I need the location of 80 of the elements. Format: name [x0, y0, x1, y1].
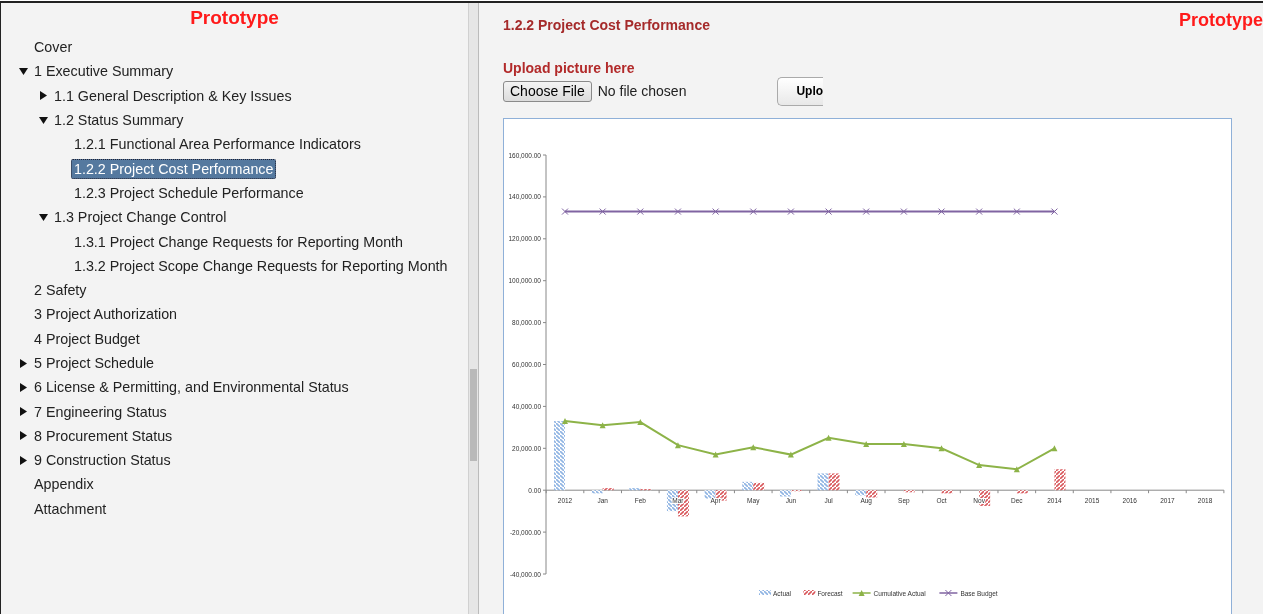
bar: [704, 490, 716, 499]
tree-item[interactable]: 6 License & Permitting, and Environmental Status: [31, 377, 352, 398]
file-status: No file chosen: [597, 83, 687, 99]
scrollbar-thumb[interactable]: [470, 369, 477, 461]
legend-line-icon: [938, 589, 959, 597]
point: [750, 444, 757, 451]
tree-item[interactable]: 5 Project Schedule: [31, 353, 157, 373]
bar: [817, 473, 829, 491]
point: [862, 208, 870, 216]
point: [1050, 208, 1058, 216]
collapsed-triangle-icon[interactable]: [18, 455, 28, 465]
point: [975, 208, 983, 216]
collapsed-triangle-icon[interactable]: [18, 407, 28, 417]
legend-line-icon: [851, 590, 872, 596]
point: [1013, 208, 1021, 216]
point: [825, 434, 832, 441]
bar: [941, 490, 953, 494]
point: [938, 445, 945, 452]
point: [1051, 445, 1058, 452]
point: [787, 208, 795, 216]
tree-item[interactable]: 3 Project Authorization: [31, 304, 181, 325]
point: [825, 208, 833, 216]
bar: [903, 490, 915, 493]
tree-item[interactable]: 1.3.2 Project Scope Change Requests for Reporting Month: [71, 255, 451, 276]
tree-item[interactable]: 8 Procurement Status: [31, 425, 176, 446]
point: [900, 441, 907, 448]
point: [636, 208, 644, 216]
tree-item[interactable]: 1.3.1 Project Change Requests for Reporting Month: [71, 231, 407, 252]
bar: [753, 482, 765, 491]
point: [674, 442, 681, 449]
expanded-triangle-icon[interactable]: [38, 115, 48, 125]
point: [562, 418, 568, 425]
tree-item[interactable]: 1.2.2 Project Cost Performance: [71, 158, 277, 179]
point: [976, 462, 983, 469]
expanded-triangle-icon[interactable]: [38, 212, 48, 222]
bar: [1054, 469, 1066, 491]
scrollbar[interactable]: [468, 3, 478, 614]
tree-item[interactable]: 1.1 General Description & Key Issues: [51, 85, 295, 106]
legend-swatch: [759, 590, 771, 595]
upload-button[interactable]: Uplo: [777, 76, 824, 106]
point: [674, 208, 682, 216]
point: [938, 208, 945, 216]
tree-item[interactable]: 7 Engineering Status: [31, 401, 170, 422]
tree-item[interactable]: 2 Safety: [31, 280, 90, 301]
bar: [554, 421, 565, 491]
point: [561, 208, 569, 216]
tree-item[interactable]: 1.2 Status Summary: [51, 110, 187, 131]
tree-item[interactable]: 1.2.3 Project Schedule Performance: [71, 182, 307, 203]
point: [863, 441, 870, 448]
point: [637, 419, 644, 426]
tree-item[interactable]: 1 Executive Summary: [31, 61, 177, 82]
section-heading: 1.2.2 Project Cost Performance: [503, 17, 710, 33]
point: [749, 208, 757, 216]
upload-label: Upload picture here: [503, 60, 636, 76]
point: [1013, 466, 1020, 473]
point: [787, 451, 794, 458]
collapsed-triangle-icon[interactable]: [18, 358, 28, 368]
point: [712, 451, 719, 458]
tree-item[interactable]: Cover: [31, 37, 76, 58]
tree-item[interactable]: Attachment: [31, 498, 110, 519]
tree-item[interactable]: 4 Project Budget: [31, 328, 143, 349]
point: [599, 422, 606, 429]
bar: [828, 473, 840, 491]
prototype-label: Prototype: [190, 7, 279, 29]
choose-file-button[interactable]: Choose File: [503, 80, 592, 102]
tree-item[interactable]: 1.3 Project Change Control: [51, 207, 230, 228]
prototype-label: Prototype: [1179, 10, 1263, 31]
collapsed-triangle-icon[interactable]: [18, 431, 28, 441]
collapsed-triangle-icon[interactable]: [18, 382, 28, 392]
point: [712, 208, 720, 216]
bar: [1016, 490, 1028, 494]
point: [599, 208, 607, 216]
bar: [742, 481, 754, 491]
expanded-triangle-icon[interactable]: [18, 66, 28, 76]
tree-item[interactable]: 1.2.1 Functional Area Performance Indicators: [71, 134, 364, 155]
point: [900, 208, 908, 216]
tree-item[interactable]: Appendix: [31, 474, 97, 495]
collapsed-triangle-icon[interactable]: [38, 91, 48, 101]
legend-swatch: [803, 590, 816, 595]
tree-item[interactable]: 9 Construction Status: [31, 450, 174, 471]
